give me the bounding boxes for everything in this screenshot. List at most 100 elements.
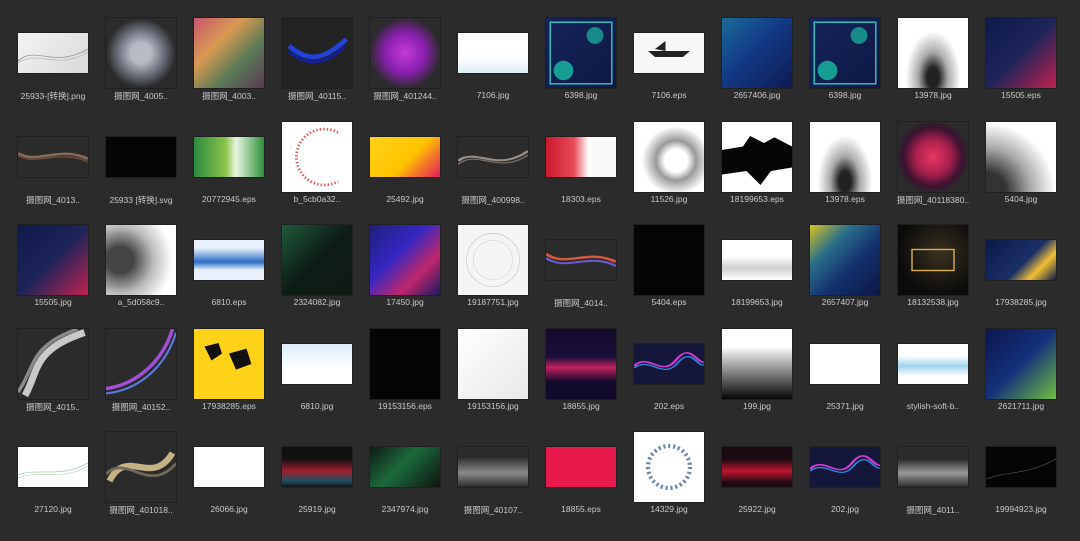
file-item[interactable]: 7106.jpg — [449, 14, 537, 114]
file-name: 18199653.jpg — [731, 297, 783, 307]
file-item[interactable]: 25933 [转换].svg — [97, 118, 185, 218]
file-thumbnail — [18, 136, 88, 177]
file-name: 6810.jpg — [300, 400, 334, 411]
file-item[interactable]: 摄图网_40107.. — [449, 428, 537, 528]
file-item[interactable]: 6398.jpg — [537, 14, 625, 114]
file-item[interactable]: 2347974.jpg — [361, 428, 449, 528]
thumbnail-frame — [713, 325, 801, 403]
file-item[interactable]: 摄图网_4005.. — [97, 14, 185, 114]
file-item[interactable]: 11526.jpg — [625, 118, 713, 218]
file-item[interactable]: 18855.jpg — [537, 325, 625, 425]
file-item[interactable]: 摄图网_4014.. — [537, 221, 625, 321]
thumbnail-artwork — [911, 248, 955, 272]
file-item[interactable]: 13978.jpg — [889, 14, 977, 114]
file-item[interactable]: 6398.jpg — [801, 14, 889, 114]
thumbnail-frame — [801, 118, 889, 196]
file-item[interactable]: 25371.jpg — [801, 325, 889, 425]
file-item[interactable]: 5404.jpg — [977, 118, 1065, 218]
file-name: 7106.jpg — [476, 90, 510, 100]
file-item[interactable]: 25922.jpg — [713, 428, 801, 528]
thumbnail-frame — [625, 14, 713, 92]
thumbnail-frame — [449, 118, 537, 196]
thumbnail-frame — [801, 325, 889, 403]
file-thumbnail — [106, 328, 176, 399]
file-item[interactable]: 摄图网_4013.. — [9, 118, 97, 218]
file-item[interactable]: 摄图网_401244.. — [361, 14, 449, 114]
file-item[interactable]: 202.jpg — [801, 428, 889, 528]
file-name: a_5d058c9.. — [117, 297, 165, 307]
file-item[interactable]: 摄图网_401018.. — [97, 428, 185, 528]
file-item[interactable]: 13978.eps — [801, 118, 889, 218]
file-item[interactable]: 摄图网_40118380.. — [889, 118, 977, 218]
file-item[interactable]: 27120.jpg — [9, 428, 97, 528]
file-item[interactable]: 17938285.jpg — [977, 221, 1065, 321]
file-item[interactable]: 6810.eps — [185, 221, 273, 321]
file-item[interactable]: 25919.jpg — [273, 428, 361, 528]
thumbnail-frame — [361, 14, 449, 92]
file-item[interactable]: 19187751.jpg — [449, 221, 537, 321]
file-item[interactable]: 摄图网_40152.. — [97, 325, 185, 425]
file-item[interactable]: 19153156.eps — [361, 325, 449, 425]
file-item[interactable]: 20772945.eps — [185, 118, 273, 218]
file-item[interactable]: 摄图网_4003.. — [185, 14, 273, 114]
file-item[interactable]: 19153156.jpg — [449, 325, 537, 425]
file-item[interactable]: 17450.jpg — [361, 221, 449, 321]
file-item[interactable]: b_5cb0a32.. — [273, 118, 361, 218]
file-item[interactable]: 18855.eps — [537, 428, 625, 528]
file-name: 19153156.jpg — [467, 400, 519, 411]
thumbnail-frame — [625, 428, 713, 506]
file-thumbnail — [282, 121, 352, 192]
file-item[interactable]: 5404.eps — [625, 221, 713, 321]
file-thumbnail — [810, 18, 880, 88]
file-item[interactable]: 15505.eps — [977, 14, 1065, 114]
file-item[interactable]: 2657406.jpg — [713, 14, 801, 114]
file-item[interactable]: 14329.jpg — [625, 428, 713, 528]
file-name: 摄图网_401244.. — [373, 91, 437, 101]
file-item[interactable]: 2621711.jpg — [977, 325, 1065, 425]
file-item[interactable]: 18199653.jpg — [713, 221, 801, 321]
file-thumbnail — [722, 18, 792, 88]
file-name: 25371.jpg — [826, 400, 864, 411]
file-item[interactable]: 2657407.jpg — [801, 221, 889, 321]
file-item[interactable]: 摄图网_4015.. — [9, 325, 97, 425]
file-name: 摄图网_4013.. — [26, 194, 80, 205]
file-item[interactable]: 19994923.jpg — [977, 428, 1065, 528]
file-item[interactable]: 199.jpg — [713, 325, 801, 425]
file-thumbnail — [986, 121, 1056, 192]
file-thumbnail — [282, 343, 352, 384]
file-item[interactable]: a_5d058c9.. — [97, 221, 185, 321]
file-name: 2324082.jpg — [293, 297, 341, 307]
file-item[interactable]: 摄图网_400998.. — [449, 118, 537, 218]
file-item[interactable]: 25492.jpg — [361, 118, 449, 218]
file-item[interactable]: 2324082.jpg — [273, 221, 361, 321]
file-item[interactable]: 摄图网_40115.. — [273, 14, 361, 114]
thumbnail-frame — [537, 118, 625, 196]
thumbnail-frame — [713, 221, 801, 299]
file-item[interactable]: 摄图网_4011.. — [889, 428, 977, 528]
file-item[interactable]: 202.eps — [625, 325, 713, 425]
file-name: 2621711.jpg — [997, 400, 1045, 411]
file-item[interactable]: 15505.jpg — [9, 221, 97, 321]
file-thumbnail — [370, 18, 440, 88]
file-thumbnail — [458, 33, 528, 73]
file-item[interactable]: 6810.jpg — [273, 325, 361, 425]
file-item[interactable]: 17938285.eps — [185, 325, 273, 425]
file-item[interactable]: stylish-soft-b.. — [889, 325, 977, 425]
file-name: 15505.eps — [1001, 90, 1041, 100]
file-name: 14329.jpg — [650, 504, 688, 514]
file-item[interactable]: 18199653.eps — [713, 118, 801, 218]
file-thumbnail — [634, 121, 704, 192]
file-item[interactable]: 18132538.jpg — [889, 221, 977, 321]
thumbnail-frame — [977, 118, 1065, 196]
file-thumbnail — [986, 18, 1056, 88]
thumbnail-frame — [537, 325, 625, 403]
file-item[interactable]: 18303.eps — [537, 118, 625, 218]
file-name: 19187751.jpg — [467, 297, 519, 307]
file-name: 摄图网_401018.. — [109, 505, 173, 515]
file-item[interactable]: 7106.eps — [625, 14, 713, 114]
file-thumbnail — [634, 225, 704, 295]
file-item[interactable]: 25933-[转换].png — [9, 14, 97, 114]
file-item[interactable]: 26066.jpg — [185, 428, 273, 528]
file-name: b_5cb0a32.. — [293, 193, 341, 204]
thumbnail-frame — [273, 428, 361, 506]
